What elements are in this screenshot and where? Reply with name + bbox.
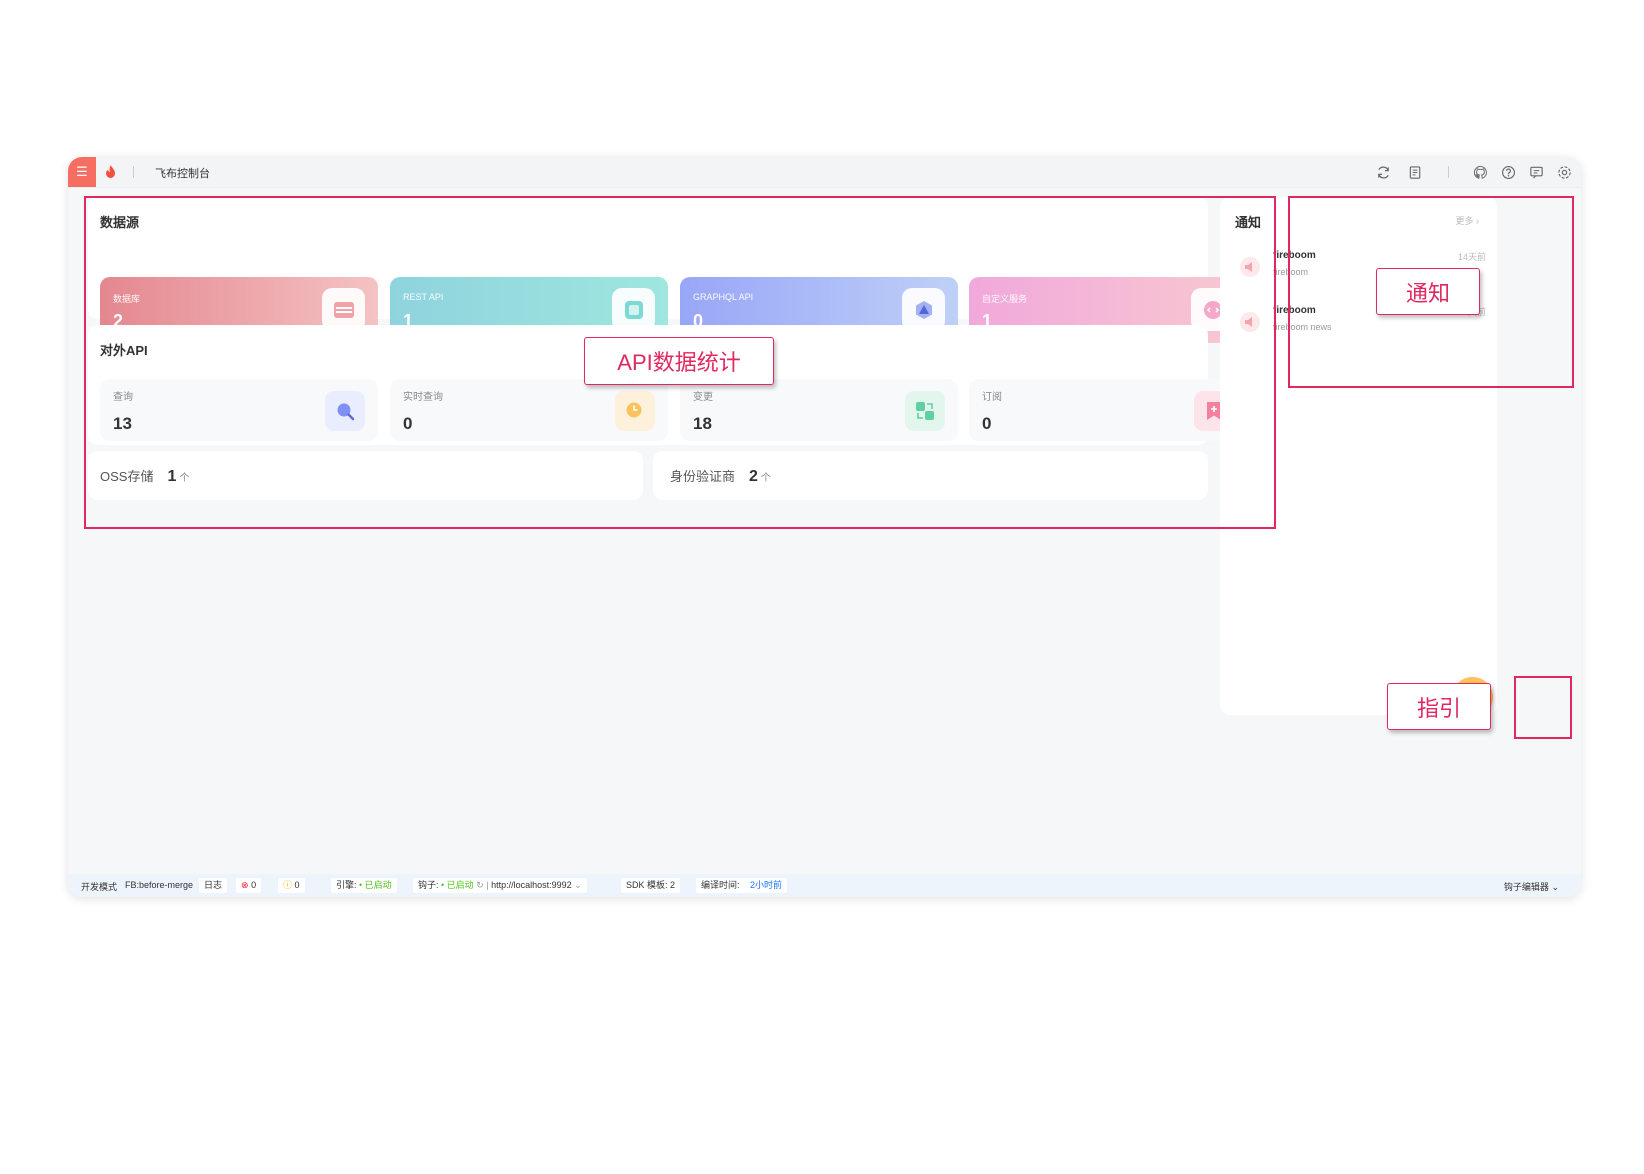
status-bar: 开发模式 FB:before-merge 日志 ⊗ 0 ⓘ 0 引擎: • 已启… [68, 874, 1581, 897]
notice-callout: 通知 [1376, 268, 1480, 315]
refresh-icon[interactable] [1374, 163, 1392, 181]
chevron-down-icon[interactable]: ⌄ [574, 880, 582, 890]
github-icon[interactable] [1471, 163, 1489, 181]
hook-status-value: • 已启动 [441, 880, 474, 890]
title-toolbar [1364, 163, 1573, 181]
toolbar-divider [1448, 166, 1449, 178]
engine-label: 引擎: [336, 880, 357, 890]
error-icon: ⊗ [241, 880, 249, 890]
title-divider [133, 166, 134, 178]
dev-mode-label: 开发模式 [81, 882, 118, 892]
sdk-template[interactable]: SDK 模板: 2 [621, 878, 681, 893]
menu-toggle-button[interactable]: ☰ [68, 157, 96, 187]
message-icon[interactable] [1527, 163, 1545, 181]
hook-divider: | [486, 880, 489, 890]
report-icon[interactable] [1406, 163, 1424, 181]
branch-label[interactable]: FB:before-merge [125, 880, 193, 890]
menu-icon: ☰ [76, 164, 88, 179]
engine-status-value: • 已启动 [359, 880, 392, 890]
hook-label: 钩子: [418, 880, 439, 890]
hook-editor-button[interactable]: 钩子编辑器 ⌄ [1504, 880, 1559, 893]
compile-time-value: 2小时前 [750, 880, 783, 890]
engine-status[interactable]: 引擎: • 已启动 [331, 878, 397, 893]
guide-highlight-box [1514, 676, 1572, 739]
warning-count-button[interactable]: ⓘ 0 [278, 878, 305, 893]
error-count: 0 [251, 880, 257, 890]
warning-icon: ⓘ [283, 880, 293, 890]
app-title: 飞布控制台 [155, 168, 210, 180]
error-count-button[interactable]: ⊗ 0 [236, 878, 262, 893]
api-stats-callout: API数据统计 [584, 337, 774, 385]
hook-editor-label: 钩子编辑器 [1503, 882, 1549, 892]
fireboom-logo-icon [104, 165, 117, 184]
hook-status[interactable]: 钩子: • 已启动 ↻ | http://localhost:9992 ⌄ [413, 878, 587, 893]
warning-count: 0 [294, 880, 300, 890]
hook-url: http://localhost:9992 [491, 880, 572, 890]
chevron-down-icon: ⌄ [1551, 882, 1559, 892]
hook-refresh-icon[interactable]: ↻ [476, 880, 484, 890]
guide-callout: 指引 [1387, 683, 1491, 730]
log-button[interactable]: 日志 [199, 878, 228, 893]
help-icon[interactable] [1499, 163, 1517, 181]
settings-icon[interactable] [1555, 163, 1573, 181]
compile-label: 编译时间: [701, 880, 740, 890]
compile-time: 编译时间: 2小时前 [696, 878, 788, 893]
title-bar: ☰ 飞布控制台 [68, 157, 1581, 188]
